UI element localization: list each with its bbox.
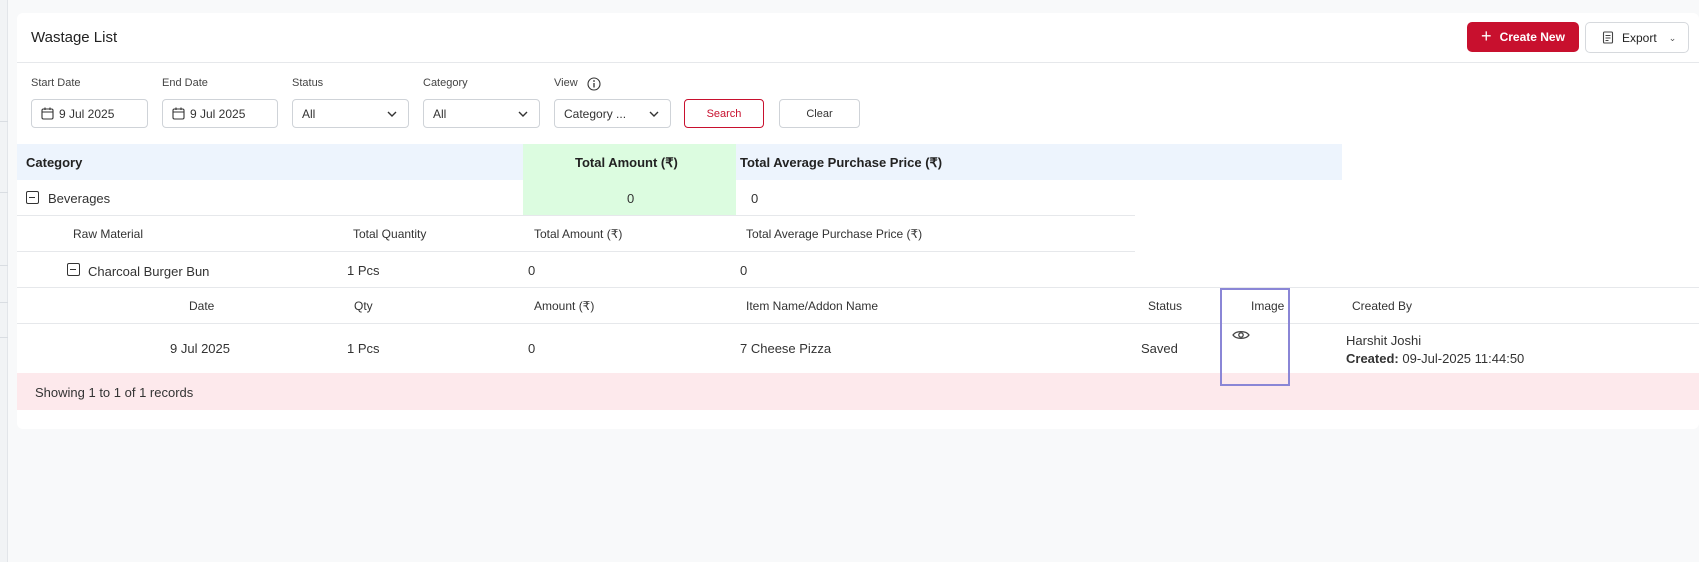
raw-avg-price-col: Total Average Purchase Price (₹) xyxy=(746,227,923,241)
created-by-col: Created By xyxy=(1352,299,1413,313)
category-header: Category xyxy=(26,155,83,170)
detail-amount: 0 xyxy=(528,341,536,356)
calendar-icon xyxy=(41,107,54,120)
category-total-amount: 0 xyxy=(627,191,635,206)
eye-icon[interactable] xyxy=(1232,329,1250,341)
clear-button[interactable]: Clear xyxy=(779,99,860,128)
raw-material-row: Charcoal Burger Bun 1 Pcs 0 0 xyxy=(17,252,1699,288)
detail-date: 9 Jul 2025 xyxy=(170,341,230,356)
status-col: Status xyxy=(1148,299,1183,313)
category-name: Beverages xyxy=(48,191,111,206)
status-value: All xyxy=(302,106,316,121)
category-row: Beverages 0 0 xyxy=(17,180,1135,216)
export-button[interactable]: Export ⌄ xyxy=(1585,22,1689,53)
document-icon xyxy=(1602,31,1614,44)
sidebar-divider xyxy=(0,265,8,266)
category-avg-price: 0 xyxy=(751,191,759,206)
avg-price-header: Total Average Purchase Price (₹) xyxy=(740,155,943,170)
raw-material-total-amount: 0 xyxy=(528,263,536,278)
detail-item-name: 7 Cheese Pizza xyxy=(740,341,832,356)
view-value: Category ... xyxy=(564,106,627,121)
image-column-highlight xyxy=(1220,288,1290,386)
wastage-card: Wastage List + Create New Export ⌄ Start… xyxy=(17,13,1699,429)
search-button[interactable]: Search xyxy=(684,99,764,128)
sidebar-divider xyxy=(0,337,8,338)
start-date-field[interactable]: 9 Jul 2025 xyxy=(31,99,148,128)
chevron-down-icon xyxy=(649,111,659,117)
end-date-field[interactable]: 9 Jul 2025 xyxy=(162,99,278,128)
raw-material-header: Raw Material Total Quantity Total Amount… xyxy=(17,216,1135,252)
category-select[interactable]: All xyxy=(423,99,540,128)
info-icon[interactable] xyxy=(587,77,601,91)
detail-header: Date Qty Amount (₹) Item Name/Addon Name… xyxy=(17,288,1699,324)
chevron-down-icon: ⌄ xyxy=(1668,33,1677,43)
total-quantity-col: Total Quantity xyxy=(353,227,427,241)
amount-col: Amount (₹) xyxy=(534,299,595,313)
raw-material-quantity: 1 Pcs xyxy=(347,263,380,278)
minus-square-icon[interactable] xyxy=(26,191,39,204)
created-at-value: 09-Jul-2025 11:44:50 xyxy=(1402,351,1525,366)
start-date-value: 9 Jul 2025 xyxy=(59,106,115,121)
chevron-down-icon xyxy=(387,111,397,117)
status-select[interactable]: All xyxy=(292,99,409,128)
category-label: Category xyxy=(423,77,468,89)
raw-material-col: Raw Material xyxy=(73,227,144,241)
raw-material-name: Charcoal Burger Bun xyxy=(88,264,210,279)
chevron-down-icon xyxy=(518,111,528,117)
category-value: All xyxy=(433,106,447,121)
qty-col: Qty xyxy=(354,299,373,313)
calendar-icon xyxy=(172,107,185,120)
created-by-name: Harshit Joshi xyxy=(1346,333,1422,348)
created-at: Created: 09-Jul-2025 11:44:50 xyxy=(1346,351,1524,366)
sidebar-divider xyxy=(0,121,8,122)
status-label: Status xyxy=(292,77,324,89)
create-new-label: Create New xyxy=(1499,30,1565,44)
start-date-label: Start Date xyxy=(31,77,81,89)
records-count: Showing 1 to 1 of 1 records xyxy=(35,385,194,400)
detail-qty: 1 Pcs xyxy=(347,341,380,356)
minus-square-icon[interactable] xyxy=(67,263,80,276)
detail-status: Saved xyxy=(1141,341,1178,356)
view-select[interactable]: Category ... xyxy=(554,99,671,128)
page-title: Wastage List xyxy=(31,29,118,46)
raw-material-avg-price: 0 xyxy=(740,263,748,278)
table-footer: Showing 1 to 1 of 1 records xyxy=(17,373,1699,410)
end-date-label: End Date xyxy=(162,77,208,89)
card-header: Wastage List + Create New Export ⌄ xyxy=(17,13,1699,63)
view-label: View xyxy=(554,77,578,89)
item-name-col: Item Name/Addon Name xyxy=(746,299,879,313)
left-sidebar-edge xyxy=(0,0,8,562)
create-new-button[interactable]: + Create New xyxy=(1467,22,1579,52)
category-table-header: Category Total Amount (₹) Total Average … xyxy=(17,144,1342,180)
created-label: Created: xyxy=(1346,351,1399,366)
date-col: Date xyxy=(189,299,215,313)
end-date-value: 9 Jul 2025 xyxy=(190,106,246,121)
detail-row: 9 Jul 2025 1 Pcs 0 7 Cheese Pizza Saved … xyxy=(17,324,1699,373)
sidebar-divider xyxy=(0,192,8,193)
export-label: Export xyxy=(1622,30,1657,45)
raw-total-amount-col: Total Amount (₹) xyxy=(534,227,623,241)
total-amount-header: Total Amount (₹) xyxy=(575,155,678,170)
sidebar-divider xyxy=(0,302,8,303)
plus-icon: + xyxy=(1481,26,1492,46)
